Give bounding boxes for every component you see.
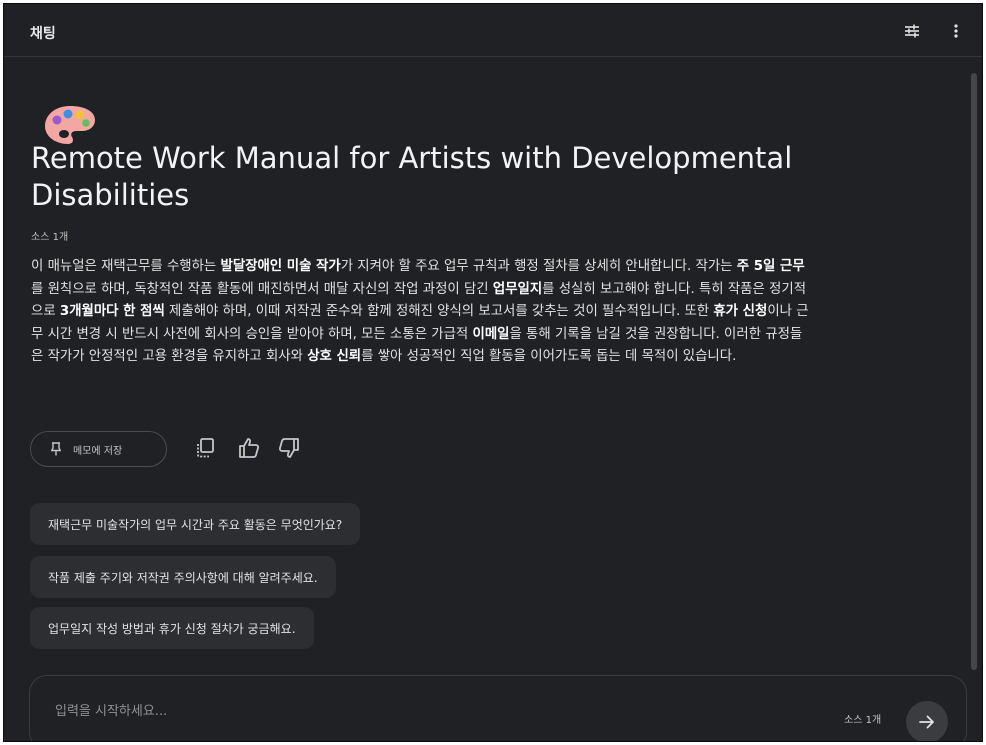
source-count: 소스 1개 bbox=[31, 232, 69, 243]
save-to-note-button[interactable]: 메모에 저장 bbox=[30, 431, 167, 467]
summary-text: 를 쌓아 성공적인 직업 활동을 이어가도록 돕는 데 목적이 있습니다. bbox=[361, 349, 737, 364]
suggested-question[interactable]: 재택근무 미술작가의 업무 시간과 주요 활동은 무엇인가요? bbox=[30, 503, 361, 545]
notebook-summary: 이 매뉴얼은 재택근무를 수행하는 발달장애인 미술 작가가 지켜야 할 주요 … bbox=[31, 256, 811, 369]
chat-composer: 소스 1개 bbox=[29, 675, 967, 741]
thumbs-down-icon[interactable] bbox=[277, 436, 301, 460]
suggested-question[interactable]: 업무일지 작성 방법과 휴가 신청 절차가 궁금해요. bbox=[30, 607, 314, 649]
summary-highlight: 업무일지 bbox=[492, 281, 543, 297]
chat-title: 채팅 bbox=[30, 26, 56, 42]
summary-text: 이 매뉴얼은 재택근무를 수행하는 bbox=[31, 259, 221, 274]
summary-text: 제출해야 하며, 이때 저작권 준수와 함께 정해진 양식의 보고서를 갖추는 … bbox=[164, 304, 714, 319]
summary-highlight: 3개월마다 한 점씩 bbox=[59, 304, 165, 319]
save-to-note-label: 메모에 저장 bbox=[73, 445, 123, 457]
suggested-question[interactable]: 작품 제출 주기와 저작권 주의사항에 대해 알려주세요. bbox=[30, 556, 336, 598]
notebook-title: Remote Work Manual for Artists with Deve… bbox=[31, 141, 793, 212]
chat-input[interactable] bbox=[55, 704, 755, 719]
arrow-right-icon bbox=[919, 715, 934, 729]
summary-highlight: 휴가 신청 bbox=[713, 304, 768, 319]
send-button[interactable] bbox=[906, 701, 948, 741]
more-vert-icon bbox=[954, 24, 958, 38]
composer-source-count: 소스 1개 bbox=[844, 715, 882, 726]
chat-panel: 채팅 Remote Work Manual for Artists with D… bbox=[3, 3, 983, 742]
summary-text: 를 원칙으로 하며, 독창적인 작품 활동에 매진하면서 매달 자신의 작업 과… bbox=[31, 281, 493, 297]
tune-button[interactable] bbox=[901, 20, 923, 42]
tune-icon bbox=[905, 24, 919, 38]
pin-icon bbox=[51, 442, 61, 456]
summary-highlight: 이메일 bbox=[472, 326, 510, 342]
chat-header: 채팅 bbox=[4, 4, 982, 57]
copy-icon[interactable] bbox=[193, 436, 217, 460]
summary-highlight: 상호 신뢰 bbox=[307, 349, 362, 364]
more-options-button[interactable] bbox=[945, 20, 967, 42]
summary-highlight: 발달장애인 미술 작가 bbox=[220, 259, 341, 274]
thumbs-up-icon[interactable] bbox=[237, 436, 261, 460]
scrollbar[interactable] bbox=[971, 73, 977, 670]
summary-text: 가 지켜야 할 주요 업무 규칙과 행정 절차를 상세히 안내합니다. 작가는 bbox=[340, 259, 737, 274]
summary-highlight: 주 5일 근무 bbox=[736, 259, 805, 274]
